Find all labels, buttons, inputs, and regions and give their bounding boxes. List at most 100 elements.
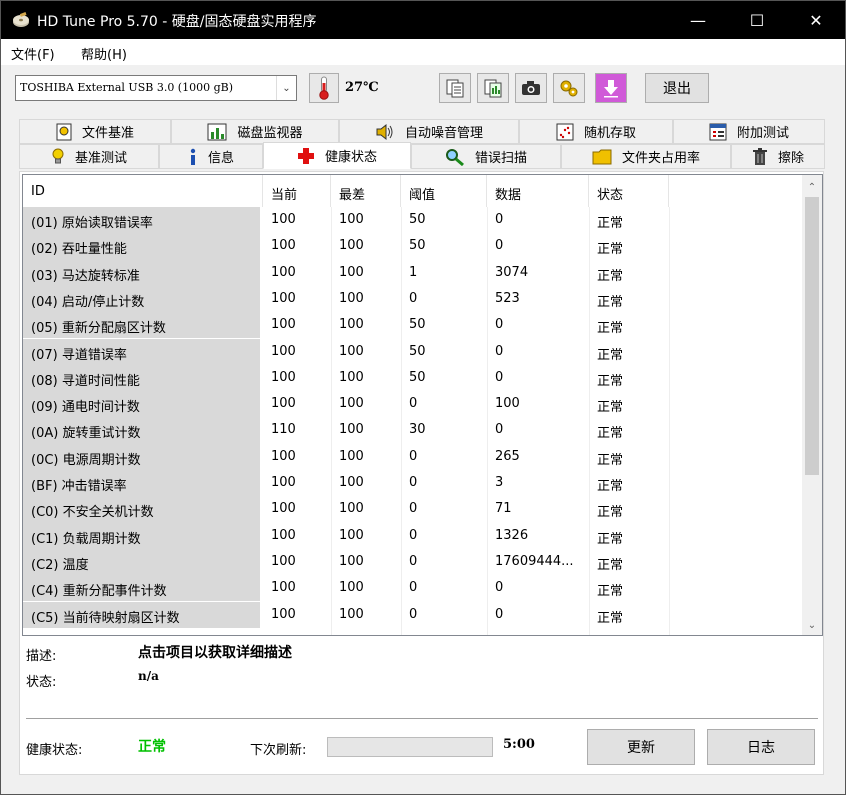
- status-value: n/a: [138, 669, 159, 683]
- divider: [26, 718, 818, 719]
- table-header: ID 当前 最差 阈值 数据 状态: [23, 175, 803, 207]
- cell-threshold: 0: [409, 448, 418, 464]
- cell-data: 523: [495, 290, 520, 306]
- tab-benchmark[interactable]: 基准测试: [19, 144, 159, 169]
- tab-error-scan[interactable]: 错误扫描: [411, 144, 561, 169]
- screenshot-button[interactable]: [515, 73, 547, 103]
- table-row[interactable]: (02) 吞吐量性能 100 100 50 0 正常: [23, 233, 803, 260]
- cell-current: 100: [271, 606, 296, 622]
- menu-file[interactable]: 文件(F): [11, 44, 55, 63]
- cell-threshold: 0: [409, 475, 418, 490]
- trash-icon: [752, 147, 768, 166]
- cell-id: (03) 马达旋转标准: [23, 259, 260, 286]
- tab-info[interactable]: 信息: [159, 144, 263, 169]
- table-row[interactable]: (C4) 重新分配事件计数 100 100 0 0 正常: [23, 575, 803, 602]
- cell-current: 100: [271, 475, 296, 490]
- table-row[interactable]: (05) 重新分配扇区计数 100 100 50 0 正常: [23, 312, 803, 339]
- cell-current: 100: [271, 553, 296, 569]
- table-row[interactable]: (C0) 不安全关机计数 100 100 0 71 正常: [23, 496, 803, 523]
- maximize-button[interactable]: ☐: [728, 1, 786, 39]
- tab-random-access[interactable]: 随机存取: [519, 119, 673, 144]
- menu-help[interactable]: 帮助(H): [81, 44, 127, 63]
- temperature-button[interactable]: [309, 73, 339, 103]
- col-header-threshold[interactable]: 阈值: [401, 175, 487, 207]
- refresh-countdown: 5:00: [503, 737, 535, 752]
- tab-label: 擦除: [777, 151, 804, 166]
- close-button[interactable]: ✕: [787, 1, 845, 39]
- cell-threshold: 0: [409, 396, 418, 412]
- save-button[interactable]: [595, 73, 627, 103]
- table-row[interactable]: (BF) 冲击错误率 100 100 0 3 正常: [23, 470, 803, 497]
- copy-screenshot-icon: [484, 79, 502, 98]
- cell-current: 100: [271, 501, 296, 517]
- cell-status: 正常: [597, 294, 624, 310]
- col-header-status[interactable]: 状态: [589, 175, 669, 207]
- cell-threshold: 50: [409, 317, 426, 333]
- cell-id: (BF) 冲击错误率: [23, 470, 260, 497]
- copy-text-button[interactable]: [439, 73, 471, 103]
- exit-button[interactable]: 退出: [645, 73, 709, 103]
- vertical-scrollbar[interactable]: ⌃ ⌄: [802, 175, 822, 635]
- cell-worst: 100: [339, 317, 364, 333]
- tab-erase[interactable]: 擦除: [731, 144, 825, 169]
- cell-status: 正常: [597, 321, 624, 337]
- scroll-up-icon[interactable]: ⌃: [802, 177, 822, 197]
- tab-file-benchmark[interactable]: 文件基准: [19, 119, 171, 144]
- tab-folder-usage[interactable]: 文件夹占用率: [561, 144, 731, 169]
- refresh-button[interactable]: 更新: [587, 729, 695, 765]
- scroll-thumb[interactable]: [805, 197, 819, 475]
- tab-extra-tests[interactable]: 附加测试: [673, 119, 825, 144]
- chevron-down-icon[interactable]: ⌄: [276, 76, 296, 100]
- table-row[interactable]: (04) 启动/停止计数 100 100 0 523 正常: [23, 285, 803, 313]
- cell-data: 0: [495, 422, 504, 438]
- cell-current: 100: [271, 527, 296, 543]
- copy-screenshot-button[interactable]: [477, 73, 509, 103]
- cell-status: 正常: [597, 347, 624, 363]
- speaker-icon: [375, 123, 395, 141]
- minimize-button[interactable]: —: [669, 1, 727, 39]
- col-header-current[interactable]: 当前: [263, 175, 331, 207]
- tab-label: 信息: [207, 151, 234, 166]
- health-status-value: 正常: [138, 739, 166, 755]
- tab-label: 磁盘监视器: [237, 126, 303, 141]
- table-row[interactable]: (08) 寻道时间性能 100 100 50 0 正常: [23, 364, 803, 392]
- copy-text-icon: [446, 79, 464, 98]
- cell-id: (01) 原始读取错误率: [23, 207, 260, 234]
- table-row[interactable]: (C2) 温度 100 100 0 17609444... 正常: [23, 548, 803, 576]
- camera-icon: [522, 81, 540, 95]
- scroll-down-icon[interactable]: ⌄: [802, 615, 822, 635]
- col-header-worst[interactable]: 最差: [331, 175, 401, 207]
- cell-status: 正常: [597, 531, 624, 547]
- tab-label: 基准测试: [74, 151, 127, 166]
- cell-current: 100: [271, 396, 296, 412]
- tab-disk-monitor[interactable]: 磁盘监视器: [171, 119, 339, 144]
- tab-health[interactable]: 健康状态: [263, 142, 411, 169]
- tab-aam[interactable]: 自动噪音管理: [339, 119, 519, 144]
- smart-table[interactable]: ID 当前 最差 阈值 数据 状态 (01) 原始读取错误率 100 100 50 0 正…: [22, 174, 823, 636]
- cell-id: (0A) 旋转重试计数: [23, 417, 260, 444]
- cell-data: 0: [495, 343, 504, 359]
- title-bar[interactable]: HD Tune Pro 5.70 - 硬盘/固态硬盘实用程序 — ☐ ✕: [1, 1, 845, 39]
- temperature-value: 27℃: [345, 80, 379, 95]
- col-header-data[interactable]: 数据: [487, 175, 589, 207]
- scatter-icon: [556, 123, 574, 141]
- table-row[interactable]: (07) 寻道错误率 100 100 50 0 正常: [23, 338, 803, 365]
- table-row[interactable]: (0A) 旋转重试计数 110 100 30 0 正常: [23, 417, 803, 444]
- table-row[interactable]: (01) 原始读取错误率 100 100 50 0 正常: [23, 207, 803, 234]
- table-row[interactable]: (C1) 负载周期计数 100 100 0 1326 正常: [23, 522, 803, 549]
- table-row[interactable]: (C5) 当前待映射扇区计数 100 100 0 0 正常: [23, 601, 803, 628]
- table-row[interactable]: (0C) 电源周期计数 100 100 0 265 正常: [23, 443, 803, 470]
- cell-data: 0: [495, 212, 504, 227]
- cell-data: 0: [495, 580, 504, 596]
- cell-worst: 100: [339, 396, 364, 412]
- cell-worst: 100: [339, 343, 364, 359]
- col-header-id[interactable]: ID: [23, 175, 263, 207]
- refresh-progress-bar: [327, 737, 493, 757]
- log-button[interactable]: 日志: [707, 729, 815, 765]
- cell-threshold: 0: [409, 290, 418, 306]
- options-button[interactable]: [553, 73, 585, 103]
- cell-id: (05) 重新分配扇区计数: [23, 312, 260, 339]
- drive-select[interactable]: TOSHIBA External USB 3.0 (1000 gB) ⌄: [15, 75, 297, 101]
- table-row[interactable]: (03) 马达旋转标准 100 100 1 3074 正常: [23, 259, 803, 286]
- table-row[interactable]: (09) 通电时间计数 100 100 0 100 正常: [23, 391, 803, 418]
